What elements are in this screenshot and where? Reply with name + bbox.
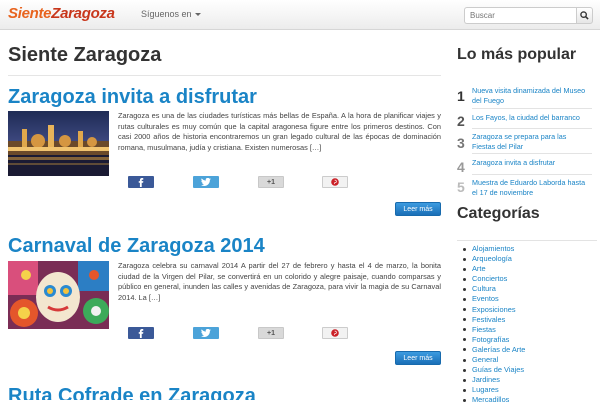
post-excerpt: Zaragoza celebra su carnaval 2014 A part…	[118, 261, 441, 302]
category-link[interactable]: Arqueología	[457, 254, 597, 264]
category-link[interactable]: Cultura	[457, 284, 597, 294]
popular-rank: 3	[457, 135, 465, 151]
popular-item-link[interactable]: Zaragoza invita a disfrutar	[472, 158, 587, 168]
facebook-share-button[interactable]	[128, 327, 154, 339]
divider	[472, 174, 592, 175]
popular-item-link[interactable]: Zaragoza se prepara para las Fiestas del…	[472, 132, 587, 152]
category-link[interactable]: Exposiciones	[457, 305, 597, 315]
follow-us-label: Síguenos en	[141, 9, 192, 19]
category-link[interactable]: Mercadillos	[457, 395, 597, 405]
popular-heading: Lo más popular	[457, 46, 577, 63]
chevron-down-icon	[194, 13, 201, 17]
read-more-button[interactable]: Leer más	[395, 351, 441, 365]
read-more-button[interactable]: Leer más	[395, 202, 441, 216]
page-title: Siente Zaragoza	[8, 44, 162, 66]
post-item: Carnaval de Zaragoza 2014 Zaragoza celeb…	[8, 235, 441, 369]
category-link[interactable]: Alojamientos	[457, 244, 597, 254]
facebook-icon	[138, 177, 144, 187]
twitter-icon	[201, 329, 211, 337]
top-navbar: SienteZaragoza Síguenos en	[0, 0, 600, 30]
post-excerpt: Zaragoza es una de las ciudades turístic…	[118, 111, 441, 152]
categories-heading: Categorías	[457, 205, 540, 222]
category-link[interactable]: Guías de Viajes	[457, 365, 597, 375]
google-plus-icon: +1	[267, 329, 275, 337]
category-link[interactable]: Festivales	[457, 315, 597, 325]
popular-rank: 5	[457, 179, 465, 195]
post-title-link[interactable]: Carnaval de Zaragoza 2014	[8, 235, 441, 259]
google-plus-share-button[interactable]: +1	[258, 176, 284, 188]
popular-rank: 2	[457, 113, 465, 129]
pinterest-icon	[331, 178, 339, 186]
post-title-link[interactable]: Zaragoza invita a disfrutar	[8, 86, 441, 110]
pinterest-share-button[interactable]	[322, 327, 348, 339]
search-button[interactable]	[576, 7, 593, 24]
pinterest-icon	[331, 329, 339, 337]
popular-item-link[interactable]: Muestra de Eduardo Laborda hasta el 17 d…	[472, 178, 587, 198]
google-plus-icon: +1	[267, 178, 275, 186]
category-link[interactable]: Arte	[457, 264, 597, 274]
category-link[interactable]: Conciertos	[457, 274, 597, 284]
site-logo[interactable]: SienteZaragoza	[8, 5, 115, 22]
post-thumbnail[interactable]	[8, 261, 109, 329]
category-link[interactable]: Lugares	[457, 385, 597, 395]
category-link[interactable]: Eventos	[457, 294, 597, 304]
category-link[interactable]: Galerías de Arte	[457, 345, 597, 355]
post-item: Ruta Cofrade en Zaragoza	[8, 385, 441, 400]
divider	[472, 128, 592, 129]
category-link[interactable]: General	[457, 355, 597, 365]
category-link[interactable]: Fiestas	[457, 325, 597, 335]
post-item: Zaragoza invita a disfrutar Zaragoza es …	[8, 86, 441, 220]
popular-rank: 1	[457, 88, 465, 104]
facebook-share-button[interactable]	[128, 176, 154, 188]
post-title-link[interactable]: Ruta Cofrade en Zaragoza	[8, 385, 441, 400]
pinterest-share-button[interactable]	[322, 176, 348, 188]
search-icon	[580, 11, 589, 20]
categories-list: Alojamientos Arqueología Arte Conciertos…	[457, 240, 597, 404]
popular-item-link[interactable]: Los Fayos, la ciudad del barranco	[472, 113, 587, 123]
post-thumbnail[interactable]	[8, 111, 109, 176]
twitter-share-button[interactable]	[193, 327, 219, 339]
twitter-icon	[201, 178, 211, 186]
divider	[472, 108, 592, 109]
category-link[interactable]: Jardines	[457, 375, 597, 385]
divider	[8, 75, 441, 76]
popular-rank: 4	[457, 159, 465, 175]
popular-item-link[interactable]: Nueva visita dinamizada del Museo del Fu…	[472, 86, 587, 106]
search-input[interactable]	[464, 7, 576, 24]
divider	[472, 153, 592, 154]
google-plus-share-button[interactable]: +1	[258, 327, 284, 339]
follow-us-dropdown[interactable]: Síguenos en	[141, 9, 201, 19]
twitter-share-button[interactable]	[193, 176, 219, 188]
facebook-icon	[138, 328, 144, 338]
category-link[interactable]: Fotografías	[457, 335, 597, 345]
